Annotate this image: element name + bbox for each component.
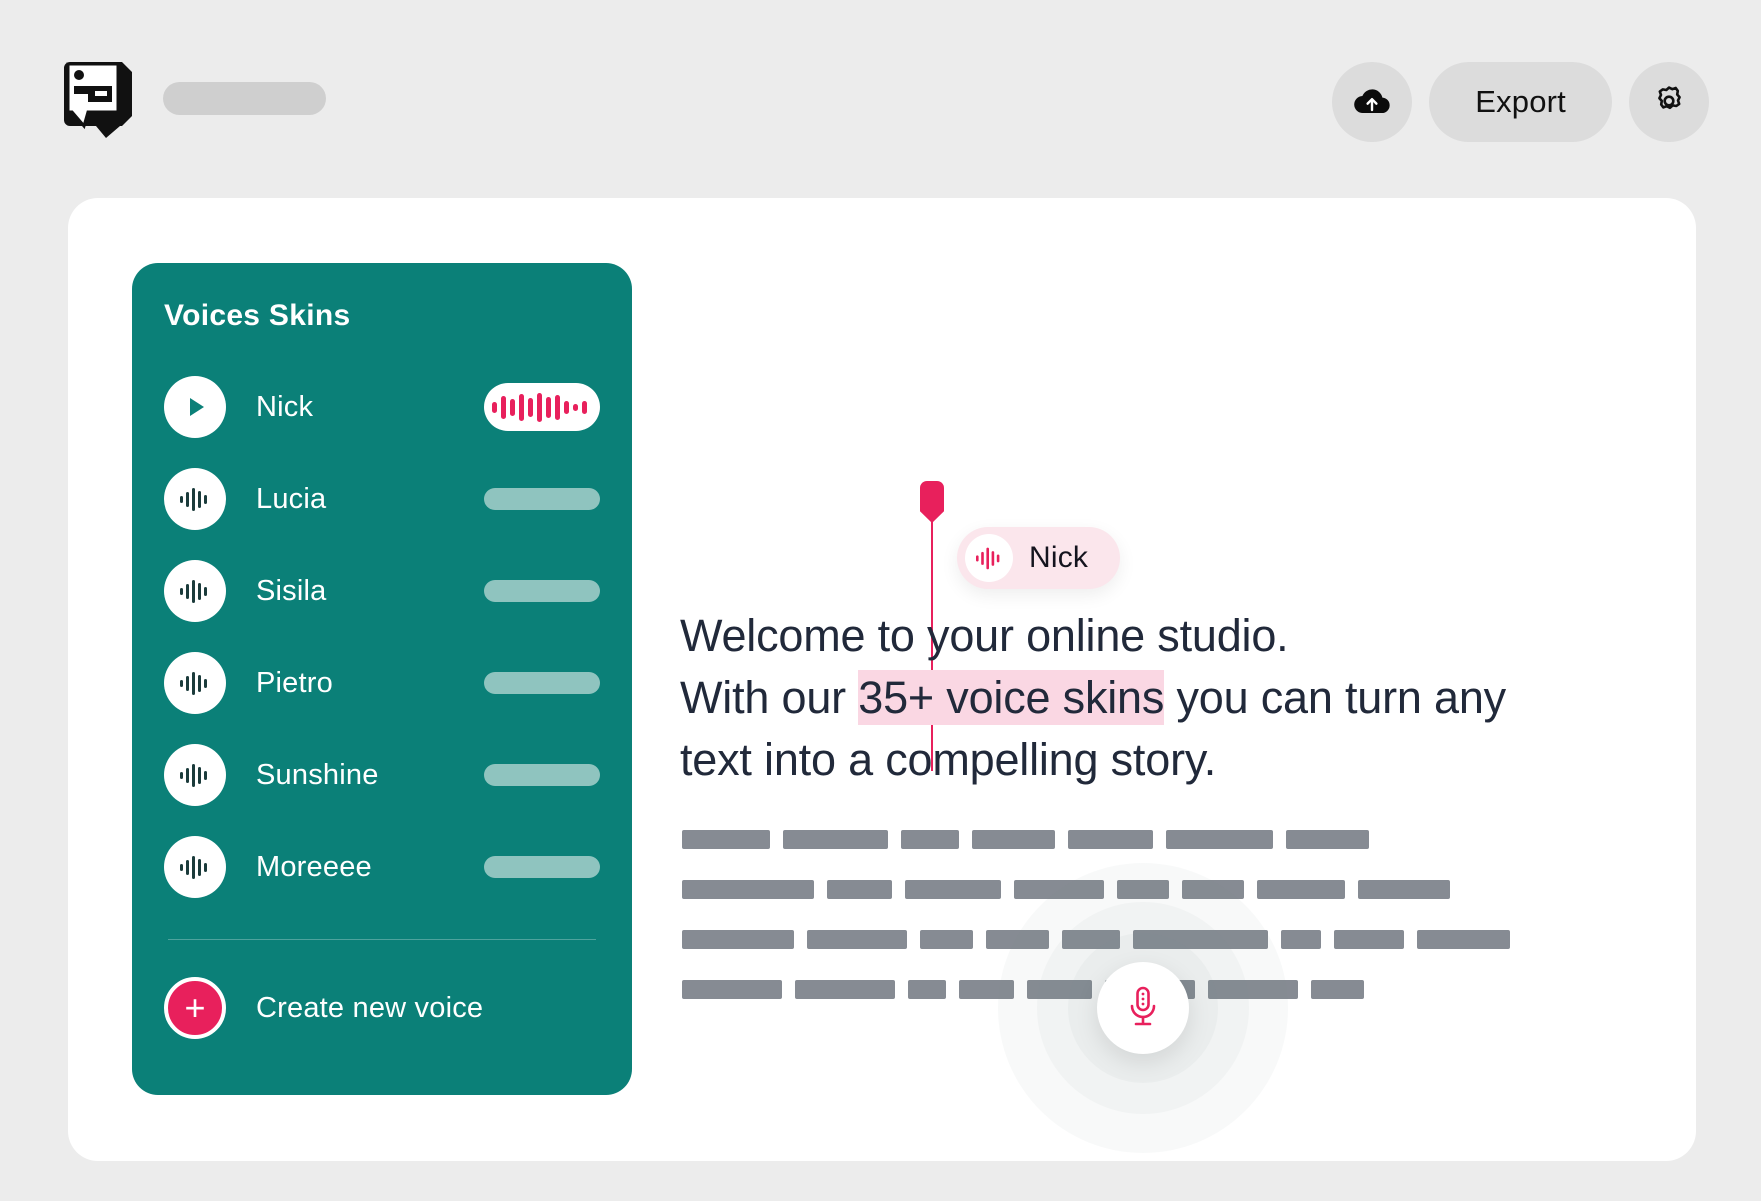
editor-headline-text[interactable]: Welcome to your online studio. With our …	[680, 605, 1550, 791]
voice-meter[interactable]	[484, 856, 600, 878]
record-control	[998, 863, 1288, 1153]
speaker-chip-nick[interactable]: Nick	[957, 527, 1121, 589]
headline-line-3: text into a compelling story.	[680, 734, 1217, 785]
voice-name-label: Moreeee	[256, 850, 372, 883]
play-icon[interactable]	[164, 376, 226, 438]
voice-row-lucia[interactable]: Lucia	[164, 453, 600, 545]
export-button[interactable]: Export	[1429, 62, 1612, 142]
placeholder-text-row	[682, 830, 1602, 849]
voice-name-label: Sunshine	[256, 758, 379, 791]
placeholder-word-block	[682, 880, 814, 899]
placeholder-word-block	[920, 930, 973, 949]
plus-icon: +	[164, 977, 226, 1039]
voice-meter[interactable]	[484, 580, 600, 602]
app-root: Export Voices Skins Nick Lucia Sisila Pi…	[0, 0, 1761, 1201]
placeholder-word-block	[1166, 830, 1273, 849]
waveform-icon[interactable]	[164, 468, 226, 530]
speech-bubble-logo[interactable]	[62, 60, 134, 138]
record-microphone-button[interactable]	[1097, 962, 1189, 1054]
sidebar-divider	[168, 939, 596, 940]
waveform-icon[interactable]	[164, 836, 226, 898]
studio-canvas: Voices Skins Nick Lucia Sisila Pietro Su…	[68, 198, 1696, 1161]
placeholder-word-block	[901, 830, 959, 849]
placeholder-word-block	[908, 980, 946, 999]
voice-row-pietro[interactable]: Pietro	[164, 637, 600, 729]
sidebar-title: Voices Skins	[164, 299, 351, 332]
waveform-icon[interactable]	[164, 744, 226, 806]
microphone-icon	[1126, 985, 1160, 1032]
voice-meter[interactable]	[484, 764, 600, 786]
waveform-icon	[965, 534, 1013, 582]
placeholder-word-block	[1068, 830, 1153, 849]
placeholder-word-block	[783, 830, 888, 849]
placeholder-word-block	[972, 830, 1055, 849]
voice-name-label: Nick	[256, 390, 314, 423]
headline-highlight: 35+ voice skins	[858, 670, 1165, 725]
headline-line-2-after: you can turn any	[1164, 672, 1506, 723]
text-editor-area: Nick Welcome to your online studio. With…	[680, 263, 1656, 1161]
project-title-placeholder[interactable]	[163, 82, 326, 115]
voice-meter[interactable]	[484, 488, 600, 510]
placeholder-word-block	[807, 930, 907, 949]
placeholder-word-block	[905, 880, 1001, 899]
create-new-voice-label: Create new voice	[256, 991, 484, 1024]
settings-button[interactable]	[1629, 62, 1709, 142]
voice-row-sisila[interactable]: Sisila	[164, 545, 600, 637]
create-new-voice-button[interactable]: + Create new voice	[164, 962, 600, 1054]
headline-line-2-before: With our	[680, 672, 859, 723]
playhead-marker-icon[interactable]	[920, 481, 944, 523]
header-actions: Export	[1332, 62, 1709, 142]
placeholder-word-block	[1334, 930, 1404, 949]
placeholder-word-block	[1311, 980, 1364, 999]
placeholder-word-block	[1286, 830, 1369, 849]
voices-sidebar: Voices Skins Nick Lucia Sisila Pietro Su…	[132, 263, 632, 1095]
waveform-icon[interactable]	[164, 652, 226, 714]
placeholder-word-block	[1417, 930, 1510, 949]
cloud-upload-icon	[1352, 86, 1392, 119]
cloud-upload-button[interactable]	[1332, 62, 1413, 142]
gear-icon	[1651, 83, 1687, 122]
placeholder-word-block	[682, 830, 770, 849]
headline-line-1: Welcome to your online studio.	[680, 610, 1289, 661]
voice-row-nick[interactable]: Nick	[164, 361, 600, 453]
placeholder-word-block	[795, 980, 895, 999]
speaker-chip-label: Nick	[1029, 541, 1089, 574]
placeholder-word-block	[1358, 880, 1450, 899]
voice-name-label: Lucia	[256, 482, 327, 515]
voice-row-sunshine[interactable]: Sunshine	[164, 729, 600, 821]
placeholder-word-block	[827, 880, 892, 899]
waveform-icon[interactable]	[164, 560, 226, 622]
voice-name-label: Sisila	[256, 574, 327, 607]
placeholder-word-block	[682, 930, 794, 949]
voice-row-moreeee[interactable]: Moreeee	[164, 821, 600, 913]
voice-meter[interactable]	[484, 672, 600, 694]
placeholder-word-block	[682, 980, 782, 999]
voice-waveform-active[interactable]	[484, 383, 600, 431]
app-header: Export	[0, 0, 1761, 180]
voice-name-label: Pietro	[256, 666, 333, 699]
